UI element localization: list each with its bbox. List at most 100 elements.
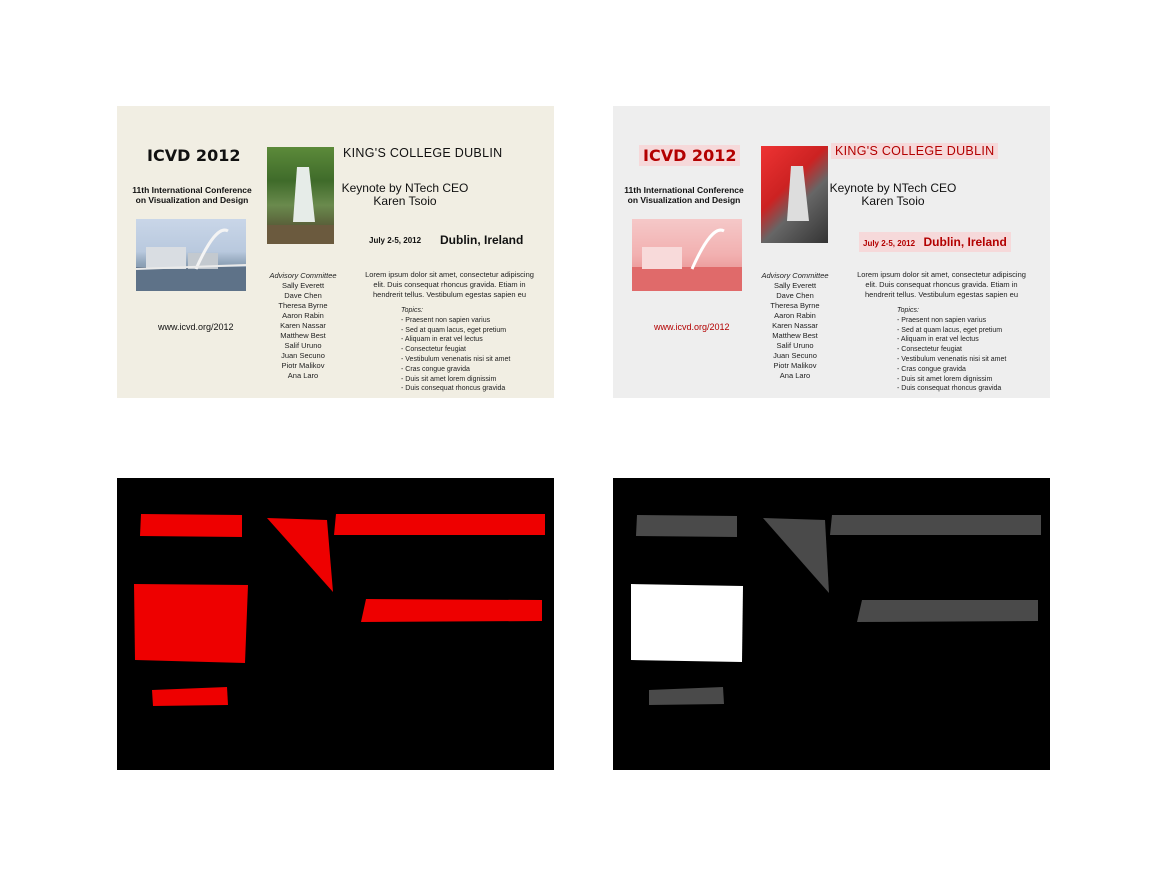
topic-item: - Praesent non sapien varius xyxy=(897,316,987,324)
mask-region-college xyxy=(830,515,1041,535)
committee-member: Theresa Byrne xyxy=(770,301,820,310)
mask-red-regions xyxy=(117,478,554,770)
mask-region-date-city xyxy=(361,599,542,622)
topic-item: - Vestibulum venenatis nisi sit amet xyxy=(897,355,1007,363)
conference-url: www.icvd.org/2012 xyxy=(158,322,234,332)
keynote-line-2: Karen Tsoio xyxy=(373,194,437,208)
mask-region-waterfall xyxy=(267,518,333,592)
mask-region-url xyxy=(649,687,724,705)
committee-member: Dave Chen xyxy=(776,291,814,300)
poster-title-highlight: ICVD 2012 xyxy=(639,145,741,166)
committee-member: Salif Uruno xyxy=(284,341,322,350)
poster-title: ICVD 2012 xyxy=(147,146,241,165)
mask-region-bridge xyxy=(134,584,248,663)
committee-member: Ana Laro xyxy=(779,371,811,380)
bridge-photo-highlighted xyxy=(632,219,742,291)
conference-name: 11th International Conference on Visuali… xyxy=(117,185,267,205)
topic-item: - Vestibulum venenatis nisi sit amet xyxy=(401,355,511,363)
committee-heading: Advisory Committee xyxy=(761,271,829,280)
mask-region-url xyxy=(152,687,228,706)
committee-member: Matthew Best xyxy=(280,331,326,340)
committee-member: Piotr Malikov xyxy=(281,361,325,370)
topic-item: - Sed at quam lacus, eget pretium xyxy=(897,326,1003,334)
poster-highlighted: ICVD 2012 11th International Conference … xyxy=(613,106,1050,398)
lorem-line-3: hendrerit tellus. Vestibulum egestas sap… xyxy=(372,290,526,299)
topics-list: Topics: - Praesent non sapien varius - S… xyxy=(401,306,531,394)
bridge-photo-graphic xyxy=(632,228,742,291)
topic-item: - Duis consequat rhoncus gravida xyxy=(897,385,1002,393)
mask-region-title xyxy=(636,515,737,537)
committee-member: Karen Nassar xyxy=(772,321,818,330)
topic-item: - Aliquam in erat vel lectus xyxy=(897,336,979,344)
topics-heading: Topics: xyxy=(897,307,919,314)
topic-item: - Sed at quam lacus, eget pretium xyxy=(401,326,507,334)
red-mask-shapes xyxy=(134,514,545,706)
topic-item: - Duis consequat rhoncus gravida xyxy=(401,385,506,393)
topic-item: - Aliquam in erat vel lectus xyxy=(401,336,483,344)
committee-heading: Advisory Committee xyxy=(269,271,337,280)
topic-item: - Cras congue gravida xyxy=(401,365,470,373)
lorem-text: Lorem ipsum dolor sit amet, consectetur … xyxy=(357,270,542,300)
lorem-line-2: elit. Duis consequat rhoncus gravida. Et… xyxy=(865,280,1018,289)
committee-member: Salif Uruno xyxy=(776,341,814,350)
committee-member: Theresa Byrne xyxy=(278,301,328,310)
mask-region-waterfall xyxy=(763,518,829,593)
conference-city: Dublin, Ireland xyxy=(440,233,524,247)
waterfall-photo xyxy=(267,147,334,244)
waterfall-photo-graphic xyxy=(267,167,334,244)
conference-line-1: 11th International Conference xyxy=(624,185,744,195)
conference-url-highlighted: www.icvd.org/2012 xyxy=(654,322,730,332)
mask-region-bridge xyxy=(631,584,743,662)
mask-region-title xyxy=(140,514,242,537)
keynote-line-2: Karen Tsoio xyxy=(861,194,925,208)
conference-line-1: 11th International Conference xyxy=(132,185,252,195)
committee-member: Matthew Best xyxy=(772,331,818,340)
topics-list: Topics: - Praesent non sapien varius - S… xyxy=(897,306,1027,394)
mask-gray-regions xyxy=(613,478,1050,770)
mask-region-date-city xyxy=(857,600,1038,622)
topic-item: - Duis sit amet lorem dignissim xyxy=(401,375,497,383)
committee-member: Sally Everett xyxy=(281,281,325,290)
committee-member: Sally Everett xyxy=(773,281,817,290)
committee-member: Juan Secuno xyxy=(281,351,325,360)
poster-title-highlighted: ICVD 2012 xyxy=(639,145,741,166)
committee-member: Dave Chen xyxy=(284,291,322,300)
conference-line-2: on Visualization and Design xyxy=(135,195,249,205)
committee-member: Aaron Rabin xyxy=(774,311,816,320)
conference-dates: July 2-5, 2012 xyxy=(369,236,422,245)
college-name: KING'S COLLEGE DUBLIN xyxy=(343,146,503,160)
advisory-committee: Advisory Committee Sally Everett Dave Ch… xyxy=(750,271,840,381)
topics-heading: Topics: xyxy=(401,307,423,314)
bridge-photo xyxy=(135,219,247,291)
conference-line-2: on Visualization and Design xyxy=(627,195,741,205)
committee-member: Karen Nassar xyxy=(280,321,326,330)
keynote: Keynote by NTech CEO Karen Tsoio xyxy=(325,182,485,208)
bridge-photo-graphic xyxy=(135,228,247,291)
committee-member: Piotr Malikov xyxy=(773,361,817,370)
advisory-committee: Advisory Committee Sally Everett Dave Ch… xyxy=(258,271,348,381)
gray-mask-shapes xyxy=(631,515,1041,705)
lorem-line-2: elit. Duis consequat rhoncus gravida. Et… xyxy=(373,280,526,289)
keynote: Keynote by NTech CEO Karen Tsoio xyxy=(813,182,973,208)
conference-name: 11th International Conference on Visuali… xyxy=(613,185,759,205)
topic-item: - Duis sit amet lorem dignissim xyxy=(897,375,993,383)
lorem-line-3: hendrerit tellus. Vestibulum egestas sap… xyxy=(864,290,1018,299)
topic-item: - Cras congue gravida xyxy=(897,365,966,373)
poster-original: ICVD 2012 11th International Conference … xyxy=(117,106,554,398)
committee-member: Aaron Rabin xyxy=(282,311,324,320)
topic-item: - Consectetur feugiat xyxy=(897,346,962,354)
committee-member: Juan Secuno xyxy=(773,351,817,360)
lorem-line-1: Lorem ipsum dolor sit amet, consectetur … xyxy=(365,270,534,279)
topic-item: - Consectetur feugiat xyxy=(401,346,466,354)
committee-member: Ana Laro xyxy=(287,371,319,380)
topic-item: - Praesent non sapien varius xyxy=(401,316,491,324)
conference-city: Dublin, Ireland xyxy=(923,235,1007,249)
lorem-text: Lorem ipsum dolor sit amet, consectetur … xyxy=(849,270,1034,300)
lorem-line-1: Lorem ipsum dolor sit amet, consectetur … xyxy=(857,270,1026,279)
date-city-highlighted: July 2-5, 2012 Dublin, Ireland xyxy=(859,232,1011,252)
college-name-highlighted: KING'S COLLEGE DUBLIN xyxy=(831,143,999,159)
date-city-highlight: July 2-5, 2012 Dublin, Ireland xyxy=(859,232,1011,252)
college-name-highlight: KING'S COLLEGE DUBLIN xyxy=(831,143,999,159)
mask-region-college xyxy=(334,514,545,535)
conference-dates: July 2-5, 2012 xyxy=(863,239,916,248)
